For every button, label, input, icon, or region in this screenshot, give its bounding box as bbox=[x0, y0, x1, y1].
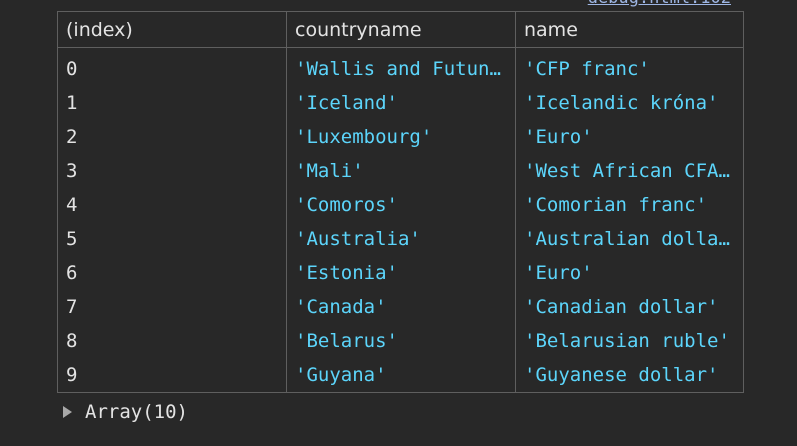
name-cell: 'Icelandic króna' bbox=[515, 86, 744, 120]
name-cell: 'Euro' bbox=[515, 256, 744, 290]
name-cell: 'Belarusian ruble' bbox=[515, 324, 744, 358]
table-row: 1 'Iceland' 'Icelandic króna' bbox=[57, 86, 744, 120]
countryname-cell: 'Estonia' bbox=[286, 256, 516, 290]
name-cell: 'Australian dolla… bbox=[515, 222, 744, 256]
index-cell: 6 bbox=[57, 256, 287, 290]
table-row: 5 'Australia' 'Australian dolla… bbox=[57, 222, 744, 256]
expand-triangle-icon[interactable] bbox=[63, 406, 72, 418]
array-expander[interactable]: Array(10) bbox=[63, 401, 188, 423]
source-link[interactable]: debug.html:102 bbox=[588, 0, 731, 8]
table-row: 6 'Estonia' 'Euro' bbox=[57, 256, 744, 290]
name-cell: 'CFP franc' bbox=[515, 47, 744, 86]
countryname-cell: 'Iceland' bbox=[286, 86, 516, 120]
table-row: 9 'Guyana' 'Guyanese dollar' bbox=[57, 358, 744, 393]
console-panel: debug.html:102 (index) countryname name … bbox=[0, 0, 797, 446]
countryname-cell: 'Guyana' bbox=[286, 358, 516, 393]
countryname-cell: 'Wallis and Futun… bbox=[286, 47, 516, 86]
countryname-cell: 'Australia' bbox=[286, 222, 516, 256]
index-cell: 7 bbox=[57, 290, 287, 324]
index-cell: 0 bbox=[57, 47, 287, 86]
column-header-index[interactable]: (index) bbox=[57, 11, 287, 48]
table-header-row: (index) countryname name bbox=[57, 11, 744, 48]
countryname-cell: 'Canada' bbox=[286, 290, 516, 324]
column-header-countryname[interactable]: countryname bbox=[286, 11, 516, 48]
index-cell: 8 bbox=[57, 324, 287, 358]
name-cell: 'Comorian franc' bbox=[515, 188, 744, 222]
array-summary-label: Array(10) bbox=[85, 401, 188, 423]
index-cell: 4 bbox=[57, 188, 287, 222]
name-cell: 'Guyanese dollar' bbox=[515, 358, 744, 393]
table-row: 2 'Luxembourg' 'Euro' bbox=[57, 120, 744, 154]
countryname-cell: 'Belarus' bbox=[286, 324, 516, 358]
index-cell: 9 bbox=[57, 358, 287, 393]
index-cell: 3 bbox=[57, 154, 287, 188]
name-cell: 'Euro' bbox=[515, 120, 744, 154]
table-row: 3 'Mali' 'West African CFA… bbox=[57, 154, 744, 188]
table-row: 8 'Belarus' 'Belarusian ruble' bbox=[57, 324, 744, 358]
countryname-cell: 'Luxembourg' bbox=[286, 120, 516, 154]
table-row: 7 'Canada' 'Canadian dollar' bbox=[57, 290, 744, 324]
index-cell: 1 bbox=[57, 86, 287, 120]
column-header-name[interactable]: name bbox=[515, 11, 744, 48]
countryname-cell: 'Comoros' bbox=[286, 188, 516, 222]
console-table: (index) countryname name 0 'Wallis and F… bbox=[57, 11, 744, 393]
table-row: 4 'Comoros' 'Comorian franc' bbox=[57, 188, 744, 222]
countryname-cell: 'Mali' bbox=[286, 154, 516, 188]
index-cell: 5 bbox=[57, 222, 287, 256]
table-row: 0 'Wallis and Futun… 'CFP franc' bbox=[57, 47, 744, 86]
name-cell: 'West African CFA… bbox=[515, 154, 744, 188]
index-cell: 2 bbox=[57, 120, 287, 154]
name-cell: 'Canadian dollar' bbox=[515, 290, 744, 324]
